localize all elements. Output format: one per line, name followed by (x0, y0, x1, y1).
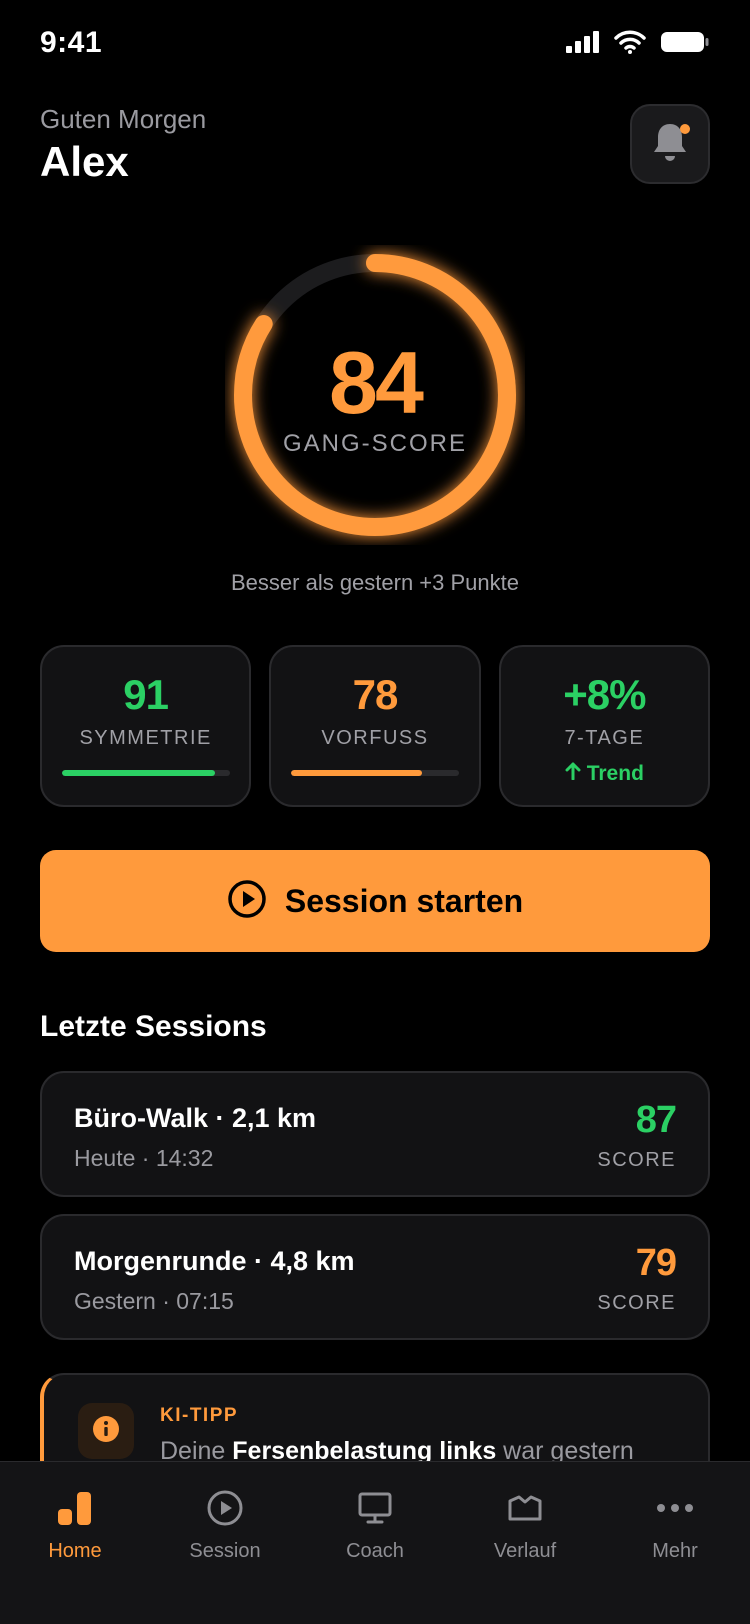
home-screen: 9:41 Guten Morgen Alex 84 GANG-SCORE Bes… (0, 0, 750, 1624)
wifi-icon (614, 30, 646, 59)
session-name: Morgenrunde · 4,8 km (74, 1246, 355, 1276)
session-card[interactable]: Büro-Walk · 2,1 km Heute · 14:32 87 SCOR… (40, 1071, 710, 1197)
tab-bar: Home Session Coach Verlauf Mehr (0, 1461, 750, 1624)
tab-label: Home (48, 1540, 102, 1562)
session-meta: Gestern · 07:15 (74, 1288, 234, 1314)
score-comparison-text: Besser als gestern +3 Punkte (231, 570, 519, 595)
tab-label: Session (189, 1540, 261, 1562)
metric-progress-fill (290, 770, 423, 776)
tip-icon-container (78, 1403, 134, 1459)
metric-card-7-tage[interactable]: +8% 7-TAGE Trend (498, 645, 710, 807)
status-bar: 9:41 (0, 0, 750, 90)
tab-label: Verlauf (493, 1540, 557, 1562)
metric-value: 78 (352, 671, 399, 718)
map-icon (505, 1488, 545, 1528)
info-icon (92, 1415, 120, 1448)
metric-card-symmetrie[interactable]: 91 SYMMETRIE (40, 645, 252, 807)
metric-value: +8% (563, 671, 646, 718)
trend-label: Trend (586, 762, 644, 785)
tab-verlauf[interactable]: Verlauf (450, 1462, 600, 1624)
monitor-icon (355, 1488, 395, 1528)
gang-score-value: 84 (329, 333, 424, 432)
session-name: Büro-Walk · 2,1 km (74, 1103, 317, 1133)
metric-card-vorfuss[interactable]: 78 VORFUSS (269, 645, 481, 807)
status-icons (566, 30, 710, 59)
tab-label: Mehr (652, 1540, 698, 1562)
tip-title: KI-TIPP (160, 1405, 239, 1426)
metric-label: 7-TAGE (564, 727, 645, 749)
tab-mehr[interactable]: Mehr (600, 1462, 750, 1624)
status-time: 9:41 (40, 26, 103, 59)
metric-trend: Trend (565, 762, 644, 786)
cellular-signal-icon (566, 31, 600, 58)
tab-label: Coach (346, 1540, 404, 1562)
metric-progress-fill (61, 770, 215, 776)
tab-coach[interactable]: Coach (300, 1462, 450, 1624)
session-card[interactable]: Morgenrunde · 4,8 km Gestern · 07:15 79 … (40, 1214, 710, 1340)
more-dots-icon (655, 1488, 695, 1528)
tab-home[interactable]: Home (0, 1462, 150, 1624)
notification-badge (680, 124, 690, 134)
start-session-button[interactable]: Session starten (40, 850, 710, 952)
play-circle-icon (227, 879, 267, 924)
recent-sessions-title: Letzte Sessions (40, 1010, 267, 1043)
session-score-label: SCORE (597, 1292, 676, 1314)
arrow-up-icon (565, 762, 581, 786)
start-session-label: Session starten (284, 882, 524, 919)
tab-session[interactable]: Session (150, 1462, 300, 1624)
session-score: 79 (635, 1242, 677, 1284)
session-score: 87 (635, 1099, 677, 1141)
metric-progress-bar (61, 770, 230, 776)
notifications-button[interactable] (630, 104, 710, 184)
metric-label: SYMMETRIE (79, 727, 212, 749)
metric-value: 91 (123, 671, 169, 718)
session-score-label: SCORE (597, 1149, 676, 1171)
metric-cards: 91 SYMMETRIE 78 VORFUSS +8% 7-TAGE Trend (40, 645, 710, 807)
metric-progress-bar (290, 770, 459, 776)
user-name: Alex (40, 138, 129, 185)
session-meta: Heute · 14:32 (74, 1145, 214, 1171)
greeting-text: Guten Morgen (40, 104, 207, 134)
home-bars-icon (55, 1488, 95, 1528)
metric-label: VORFUSS (321, 727, 429, 749)
gang-score-label: GANG-SCORE (282, 430, 467, 457)
play-circle-icon (205, 1488, 245, 1528)
battery-icon (660, 30, 710, 59)
